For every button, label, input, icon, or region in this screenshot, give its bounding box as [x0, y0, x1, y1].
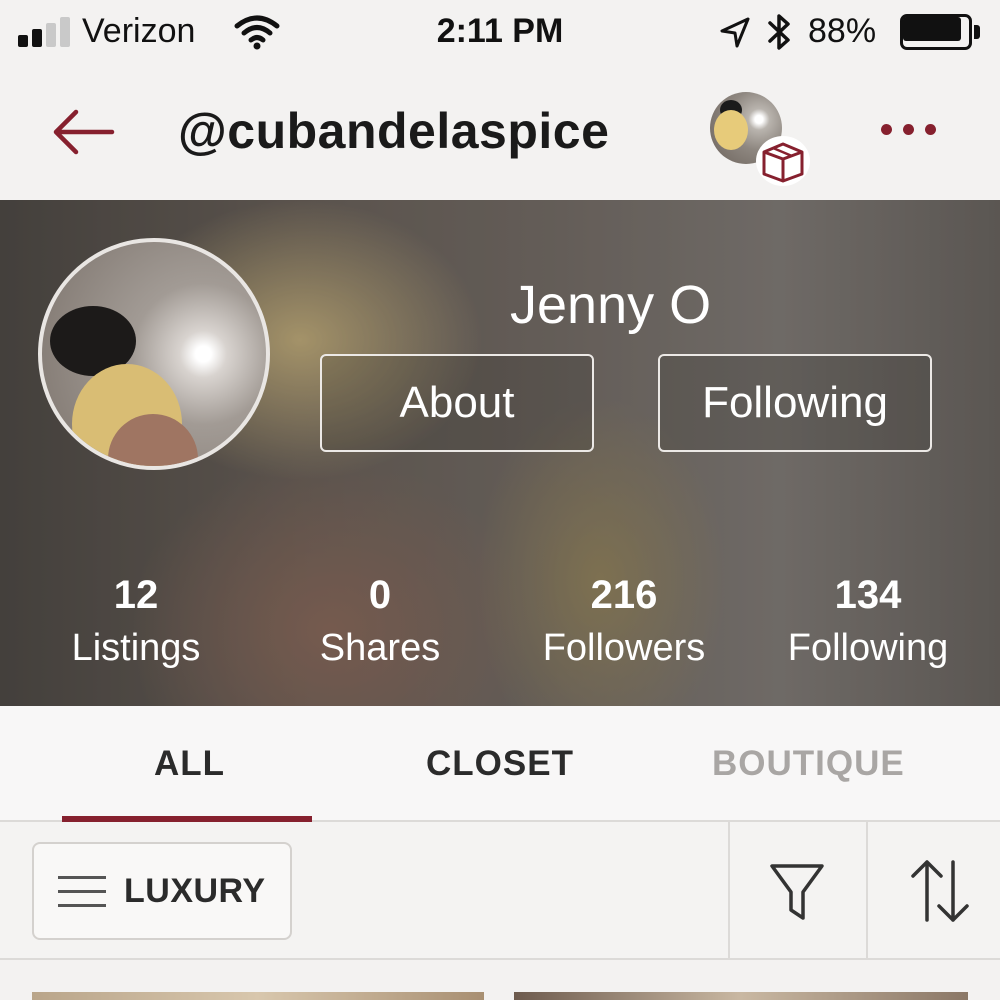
stat-shares[interactable]: 0 Shares [270, 572, 490, 678]
more-options-button[interactable] [872, 110, 952, 150]
divider [728, 822, 730, 960]
page-title-username: @cubandelaspice [178, 103, 610, 159]
stat-label: Followers [542, 627, 706, 669]
box-icon[interactable] [756, 136, 810, 186]
listing-thumbnail[interactable] [514, 992, 968, 1000]
closet-tabs: ALL CLOSET BOUTIQUE [0, 706, 1000, 822]
sort-button[interactable] [905, 854, 975, 928]
listing-thumbnail[interactable] [32, 992, 484, 1000]
filter-bar: LUXURY [0, 822, 1000, 960]
tab-boutique[interactable]: BOUTIQUE [712, 744, 905, 784]
profile-cover: Jenny O About Following 12 Listings 0 Sh… [0, 200, 1000, 706]
stat-label: Shares [319, 627, 441, 669]
stat-value: 0 [368, 573, 392, 617]
ellipsis-icon [881, 124, 892, 135]
funnel-icon [770, 864, 824, 920]
sort-arrows-icon [911, 860, 969, 922]
tab-all[interactable]: ALL [154, 744, 225, 784]
about-button[interactable]: About [320, 354, 594, 452]
status-bar: Verizon 2:11 PM 88% [0, 0, 1000, 70]
hamburger-menu-icon [58, 874, 106, 910]
filter-button[interactable] [760, 858, 834, 926]
profile-header: @cubandelaspice [0, 70, 1000, 200]
battery-percentage: 88% [808, 12, 877, 50]
location-arrow-icon [720, 17, 750, 48]
stat-listings[interactable]: 12 Listings [26, 572, 246, 678]
arrow-left-icon [53, 109, 115, 155]
category-luxury-button[interactable]: LUXURY [32, 842, 292, 940]
stat-followers[interactable]: 216 Followers [514, 572, 734, 678]
profile-avatar[interactable] [38, 238, 270, 470]
display-name: Jenny O [510, 275, 712, 335]
stat-label: Following [787, 627, 949, 669]
battery-icon [900, 14, 980, 50]
divider [866, 822, 868, 960]
stat-following[interactable]: 134 Following [758, 572, 978, 678]
bluetooth-icon [768, 14, 790, 50]
stat-label: Listings [71, 627, 201, 669]
tab-closet[interactable]: CLOSET [426, 744, 574, 784]
back-button[interactable] [48, 102, 118, 162]
following-button[interactable]: Following [658, 354, 932, 452]
listing-grid [0, 960, 1000, 1000]
stat-value: 216 [590, 573, 658, 617]
stat-value: 134 [834, 573, 902, 617]
category-label: LUXURY [124, 872, 266, 910]
stat-value: 12 [113, 573, 159, 617]
